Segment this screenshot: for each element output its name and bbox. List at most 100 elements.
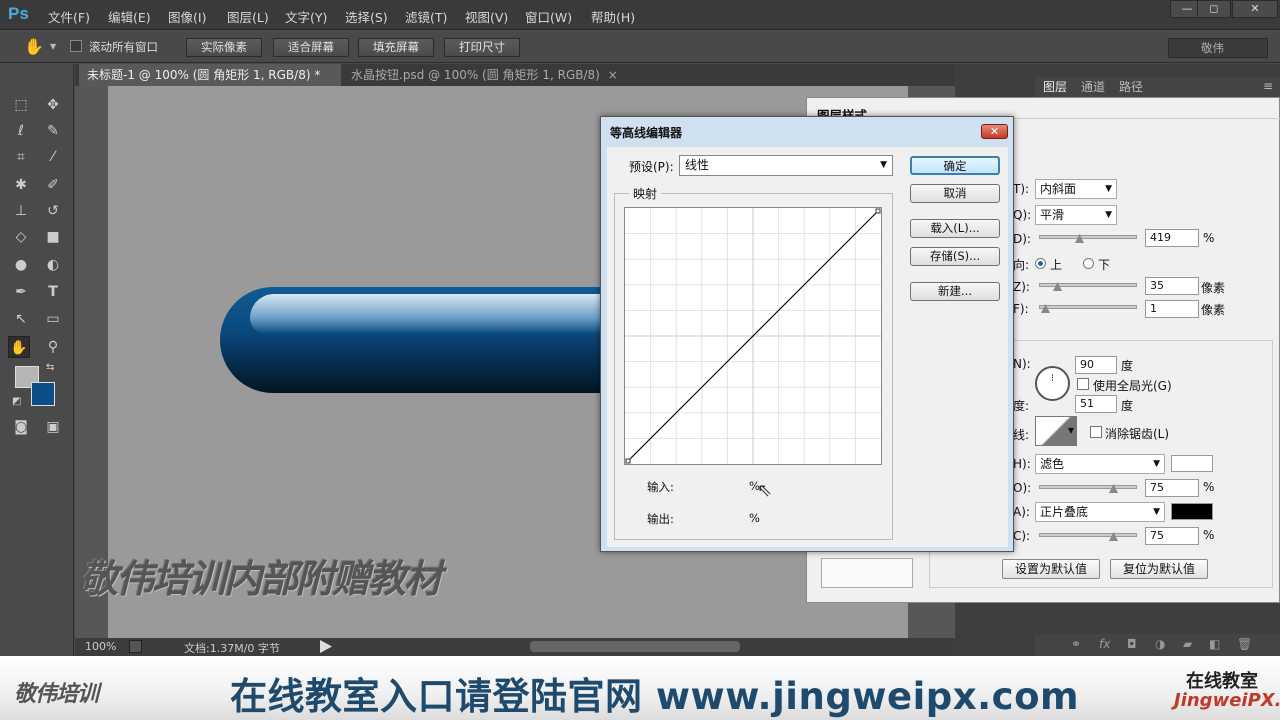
soften-slider[interactable] — [1039, 305, 1137, 309]
menu-view[interactable]: 视图(V) — [465, 7, 508, 26]
size-input[interactable]: 35 — [1145, 277, 1199, 295]
workspace-switcher[interactable]: 敬伟 — [1168, 38, 1268, 58]
screen-mode-icon[interactable]: ▣ — [42, 416, 64, 438]
fill-screen-button[interactable]: 填充屏幕 — [358, 38, 434, 57]
tab-close-icon[interactable]: × — [608, 68, 618, 82]
brush-tool-icon[interactable]: ✐ — [42, 174, 64, 196]
menu-file[interactable]: 文件(F) — [48, 7, 90, 26]
angle-input[interactable]: 90 — [1075, 356, 1117, 374]
fit-screen-button[interactable]: 适合屏幕 — [273, 38, 349, 57]
panel-menu-icon[interactable]: ≡ — [1263, 79, 1273, 93]
direction-up-radio[interactable] — [1035, 258, 1046, 269]
tab-crystal-button[interactable]: 水晶按钮.psd @ 100% (圆 角矩形 1, RGB/8) × — [343, 64, 698, 86]
highlight-color-swatch[interactable] — [1171, 455, 1213, 472]
move-tool-icon[interactable]: ✥ — [42, 94, 64, 116]
tool-preset-dropdown-icon[interactable]: ▼ — [50, 42, 56, 51]
technique-select[interactable]: 平滑 ▼ — [1035, 205, 1117, 225]
tab-untitled[interactable]: 未标题-1 @ 100% (圆 角矩形 1, RGB/8) * × — [79, 64, 341, 104]
contour-close-button[interactable]: ✕ — [981, 124, 1008, 139]
menu-help[interactable]: 帮助(H) — [591, 7, 635, 26]
angle-dial[interactable]: ⁝ — [1035, 366, 1070, 401]
history-brush-tool-icon[interactable]: ↺ — [42, 200, 64, 222]
eraser-tool-icon[interactable]: ◇ — [10, 226, 32, 248]
preset-select[interactable]: 线性 ▼ — [679, 155, 893, 176]
tab-channels[interactable]: 通道 — [1081, 77, 1105, 97]
direction-down-radio[interactable] — [1083, 258, 1094, 269]
menu-window[interactable]: 窗口(W) — [525, 7, 572, 26]
highlight-opacity-slider[interactable] — [1039, 485, 1137, 489]
global-light-checkbox[interactable] — [1077, 378, 1089, 390]
new-button[interactable]: 新建... — [910, 282, 1000, 301]
add-mask-icon[interactable]: ◘ — [1127, 637, 1137, 651]
depth-input[interactable]: 419 — [1145, 229, 1199, 247]
eyedropper-tool-icon[interactable]: ⁄ — [42, 146, 64, 168]
type-tool-icon[interactable]: T — [42, 281, 64, 303]
footer-site-name[interactable]: JingweiPX.com — [1174, 690, 1280, 711]
delete-layer-icon[interactable]: 🗑 — [1237, 637, 1252, 651]
highlight-mode-select[interactable]: 滤色 ▼ — [1035, 454, 1165, 474]
contour-point-end[interactable] — [875, 208, 881, 214]
menu-filter[interactable]: 滤镜(T) — [405, 7, 447, 26]
shadow-opacity-slider[interactable] — [1039, 533, 1137, 537]
status-info-icon[interactable] — [129, 640, 142, 653]
quick-select-tool-icon[interactable]: ✎ — [42, 120, 64, 142]
contour-curve-graph[interactable] — [624, 207, 882, 465]
new-group-icon[interactable]: ▰ — [1183, 637, 1192, 651]
default-colors-icon[interactable]: ◩ — [12, 396, 21, 407]
fx-icon[interactable]: fx — [1099, 637, 1110, 651]
restore-button[interactable]: ◻ — [1197, 0, 1231, 18]
adjustment-layer-icon[interactable]: ◑ — [1155, 637, 1165, 651]
background-color-swatch[interactable] — [31, 382, 55, 406]
zoom-level[interactable]: 100% — [85, 640, 116, 653]
menu-layer[interactable]: 图层(L) — [227, 7, 269, 26]
quick-mask-icon[interactable]: ◙ — [10, 416, 32, 438]
ok-button[interactable]: 确定 — [910, 156, 1000, 175]
depth-slider[interactable] — [1039, 235, 1137, 239]
status-menu-arrow-icon[interactable] — [320, 640, 332, 653]
footer-url-text[interactable]: 在线教室入口请登陆官网 www.jingweipx.com — [230, 666, 1079, 720]
size-slider[interactable] — [1039, 283, 1137, 287]
zoom-tool-icon[interactable]: ⚲ — [42, 336, 64, 358]
print-size-button[interactable]: 打印尺寸 — [444, 38, 520, 57]
soften-input[interactable]: 1 — [1145, 300, 1199, 318]
hand-tool-icon[interactable]: ✋ — [24, 37, 44, 56]
load-button[interactable]: 载入(L)... — [910, 219, 1000, 238]
horizontal-scrollbar[interactable] — [530, 641, 740, 652]
spot-healing-tool-icon[interactable]: ✱ — [10, 174, 32, 196]
bevel-style-select[interactable]: 内斜面 ▼ — [1035, 179, 1117, 199]
tab-layers[interactable]: 图层 — [1043, 77, 1067, 97]
cancel-button[interactable]: 取消 — [910, 184, 1000, 203]
scroll-all-windows-checkbox[interactable] — [70, 40, 82, 52]
shadow-mode-select[interactable]: 正片叠底 ▼ — [1035, 502, 1165, 522]
link-layers-icon[interactable]: ⚭ — [1071, 637, 1081, 651]
shadow-opacity-input[interactable]: 75 — [1145, 527, 1199, 545]
close-button[interactable]: ✕ — [1232, 0, 1278, 18]
gradient-tool-icon[interactable]: ■ — [42, 226, 64, 248]
hand-tool-icon[interactable]: ✋ — [8, 336, 30, 358]
tab-paths[interactable]: 路径 — [1119, 77, 1143, 97]
save-button[interactable]: 存储(S)... — [910, 247, 1000, 266]
dodge-tool-icon[interactable]: ◐ — [42, 254, 64, 276]
reset-default-button[interactable]: 复位为默认值 — [1110, 559, 1208, 579]
new-layer-icon[interactable]: ◧ — [1209, 637, 1220, 651]
highlight-opacity-input[interactable]: 75 — [1145, 479, 1199, 497]
gloss-contour-picker[interactable]: ▼ — [1035, 416, 1077, 446]
menu-select[interactable]: 选择(S) — [345, 7, 388, 26]
menu-edit[interactable]: 编辑(E) — [108, 7, 151, 26]
shadow-color-swatch[interactable] — [1171, 503, 1213, 520]
menu-type[interactable]: 文字(Y) — [285, 7, 327, 26]
anti-alias-checkbox[interactable] — [1090, 426, 1102, 438]
actual-pixels-button[interactable]: 实际像素 — [186, 38, 262, 57]
contour-point-start[interactable] — [625, 458, 631, 464]
marquee-tool-icon[interactable]: ⬚ — [10, 94, 32, 116]
lasso-tool-icon[interactable]: ℓ — [10, 120, 32, 142]
pen-tool-icon[interactable]: ✒ — [10, 281, 32, 303]
shape-tool-icon[interactable]: ▭ — [42, 308, 64, 330]
altitude-input[interactable]: 51 — [1075, 395, 1117, 413]
swap-colors-icon[interactable]: ⇆ — [46, 362, 54, 373]
clone-stamp-tool-icon[interactable]: ⊥ — [10, 200, 32, 222]
make-default-button[interactable]: 设置为默认值 — [1002, 559, 1100, 579]
crop-tool-icon[interactable]: ⌗ — [10, 146, 32, 168]
path-select-tool-icon[interactable]: ↖ — [10, 308, 32, 330]
menu-image[interactable]: 图像(I) — [168, 7, 206, 26]
